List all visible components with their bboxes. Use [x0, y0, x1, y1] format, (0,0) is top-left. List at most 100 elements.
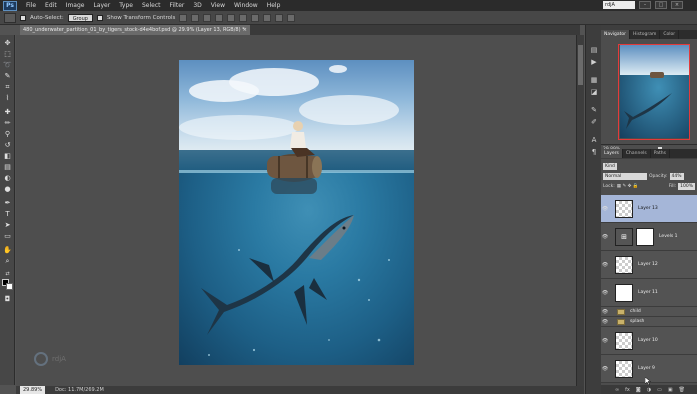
- menu-view[interactable]: View: [211, 2, 225, 9]
- tab-histogram[interactable]: Histogram: [630, 30, 661, 39]
- lasso-tool-icon[interactable]: ➰: [3, 61, 12, 69]
- workspace-switcher[interactable]: rdjA: [603, 1, 635, 9]
- history-panel-icon[interactable]: ▤: [589, 45, 599, 54]
- layer-row[interactable]: 👁 Layer 11: [601, 279, 697, 307]
- menu-help[interactable]: Help: [267, 2, 281, 9]
- close-icon[interactable]: ×: [671, 1, 683, 9]
- menu-select[interactable]: Select: [142, 2, 161, 9]
- layer-name[interactable]: Layer 11: [638, 290, 658, 295]
- opacity-field[interactable]: 44%: [669, 172, 684, 180]
- background-color-swatch[interactable]: [6, 283, 13, 290]
- fill-field[interactable]: 100%: [678, 182, 695, 190]
- 3d-mode-icon[interactable]: [287, 13, 296, 22]
- fx-icon[interactable]: fx: [625, 387, 630, 393]
- visibility-eye-icon[interactable]: 👁: [601, 234, 609, 240]
- visibility-eye-icon[interactable]: 👁: [601, 290, 609, 296]
- menu-3d[interactable]: 3D: [193, 2, 201, 9]
- history-brush-tool-icon[interactable]: ↺: [3, 141, 12, 149]
- restore-icon[interactable]: □: [655, 1, 667, 9]
- show-transform-checkbox[interactable]: [96, 14, 103, 21]
- gradient-tool-icon[interactable]: ▤: [3, 163, 12, 171]
- tab-layers[interactable]: Layers: [601, 149, 623, 158]
- align-bottom-icon[interactable]: [203, 13, 212, 22]
- layer-name[interactable]: Layer 9: [638, 366, 655, 371]
- align-right-icon[interactable]: [239, 13, 248, 22]
- menu-file[interactable]: File: [26, 2, 36, 9]
- clone-stamp-tool-icon[interactable]: ⚲: [3, 130, 12, 138]
- layer-row[interactable]: 👁 ⊞ Levels 1: [601, 223, 697, 251]
- swap-colors-icon[interactable]: ⇄: [3, 271, 12, 277]
- visibility-eye-icon[interactable]: 👁: [601, 262, 609, 268]
- vertical-scrollbar[interactable]: [576, 35, 584, 386]
- group-name[interactable]: child: [630, 309, 641, 314]
- visibility-eye-icon[interactable]: 👁: [601, 366, 609, 372]
- paragraph-panel-icon[interactable]: ¶: [589, 147, 599, 156]
- blur-tool-icon[interactable]: ◐: [3, 174, 12, 182]
- layer-name[interactable]: Layer 12: [638, 262, 658, 267]
- zoom-tool-icon[interactable]: ⌕: [3, 257, 12, 265]
- layer-filter-kind[interactable]: Kind: [603, 162, 617, 170]
- brush-presets-icon[interactable]: ✐: [589, 117, 599, 126]
- swatches-panel-icon[interactable]: ▦: [589, 75, 599, 84]
- distribute-vcenter-icon[interactable]: [263, 13, 272, 22]
- type-tool-icon[interactable]: T: [3, 210, 12, 218]
- adjustment-layer-icon[interactable]: ◑: [647, 387, 651, 393]
- dodge-tool-icon[interactable]: ●: [3, 185, 12, 193]
- lock-icons[interactable]: ▦ ✎ ✥ 🔒: [617, 184, 639, 189]
- move-tool-preset-icon[interactable]: [4, 12, 16, 23]
- layer-name[interactable]: Layer 13: [638, 206, 658, 211]
- layer-name[interactable]: Layer 10: [638, 338, 658, 343]
- eraser-tool-icon[interactable]: ◧: [3, 152, 12, 160]
- distribute-top-icon[interactable]: [251, 13, 260, 22]
- styles-panel-icon[interactable]: ◪: [589, 87, 599, 96]
- layer-row[interactable]: 👁 Layer 12: [601, 251, 697, 279]
- menu-filter[interactable]: Filter: [170, 2, 185, 9]
- brush-tool-icon[interactable]: ✏: [3, 119, 12, 127]
- marquee-tool-icon[interactable]: ⬚: [3, 50, 12, 58]
- menu-edit[interactable]: Edit: [45, 2, 57, 9]
- group-name[interactable]: splash: [630, 319, 644, 324]
- path-select-tool-icon[interactable]: ➤: [3, 221, 12, 229]
- blend-mode-dropdown[interactable]: Normal: [603, 172, 647, 180]
- tab-channels[interactable]: Channels: [623, 149, 651, 158]
- quick-select-tool-icon[interactable]: ✎: [3, 72, 12, 80]
- visibility-eye-icon[interactable]: 👁: [601, 206, 609, 212]
- document-canvas[interactable]: [179, 60, 414, 365]
- align-vcenter-icon[interactable]: [191, 13, 200, 22]
- move-tool-icon[interactable]: ✥: [3, 39, 12, 47]
- delete-layer-icon[interactable]: 🗑: [679, 387, 685, 393]
- character-panel-icon[interactable]: A: [589, 135, 599, 144]
- add-mask-icon[interactable]: ◙: [636, 387, 641, 393]
- auto-select-dropdown[interactable]: Group: [67, 13, 93, 22]
- hand-tool-icon[interactable]: ✋: [3, 246, 12, 254]
- zoom-level-field[interactable]: 29.89%: [20, 386, 46, 394]
- healing-brush-tool-icon[interactable]: ✚: [3, 108, 12, 116]
- menu-window[interactable]: Window: [234, 2, 258, 9]
- layer-group-row[interactable]: 👁 child: [601, 307, 697, 317]
- layer-row[interactable]: 👁 Layer 10: [601, 327, 697, 355]
- document-tab[interactable]: 480_underwater_partition_01_by_tigers_st…: [20, 25, 250, 35]
- close-document-icon[interactable]: ×: [243, 25, 247, 35]
- shape-tool-icon[interactable]: ▭: [3, 232, 12, 240]
- eyedropper-tool-icon[interactable]: ⌇: [3, 94, 12, 102]
- new-layer-icon[interactable]: ▣: [668, 387, 673, 393]
- pen-tool-icon[interactable]: ✒: [3, 199, 12, 207]
- link-layers-icon[interactable]: ∞: [615, 387, 619, 393]
- menu-layer[interactable]: Layer: [93, 2, 110, 9]
- brush-panel-icon[interactable]: ✎: [589, 105, 599, 114]
- distribute-bottom-icon[interactable]: [275, 13, 284, 22]
- auto-select-checkbox[interactable]: [20, 14, 26, 21]
- menu-type[interactable]: Type: [119, 2, 133, 9]
- tab-paths[interactable]: Paths: [651, 149, 670, 158]
- layer-group-row[interactable]: 👁 splash: [601, 317, 697, 327]
- tab-color[interactable]: Color: [660, 30, 680, 39]
- navigator-view-proxy[interactable]: [618, 44, 690, 140]
- actions-panel-icon[interactable]: ▶: [589, 57, 599, 66]
- quick-mask-icon[interactable]: ◘: [3, 295, 12, 303]
- minimize-icon[interactable]: –: [639, 1, 651, 9]
- align-left-icon[interactable]: [215, 13, 224, 22]
- new-group-icon[interactable]: ▭: [657, 387, 662, 393]
- layer-name[interactable]: Levels 1: [659, 234, 678, 239]
- menu-image[interactable]: Image: [66, 2, 85, 9]
- scrollbar-thumb[interactable]: [578, 45, 583, 85]
